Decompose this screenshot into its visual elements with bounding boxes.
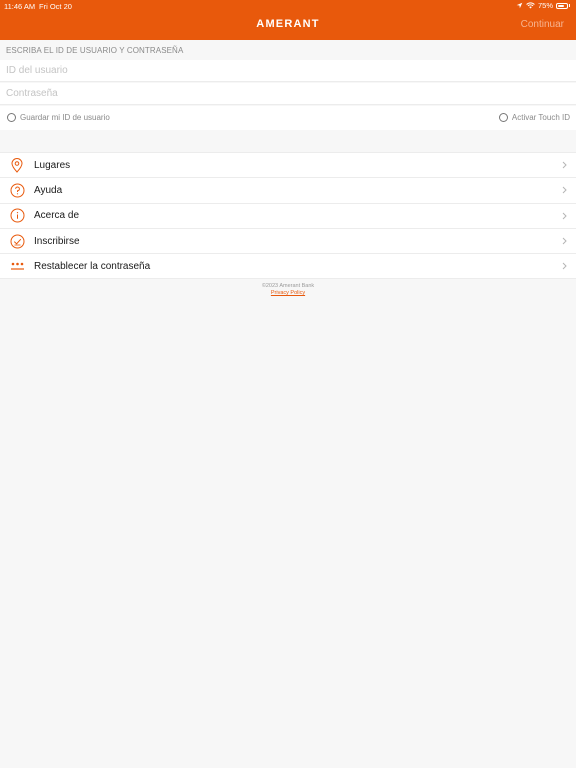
save-id-toggle[interactable]: Guardar mi ID de usuario	[7, 113, 110, 122]
password-input[interactable]	[0, 83, 576, 104]
top-bar: 11:46 AM Fri Oct 20 75% AMERANT Continua…	[0, 0, 576, 40]
menu-item-label: Ayuda	[34, 184, 63, 196]
save-id-radio[interactable]	[7, 113, 16, 122]
menu-item-label: Acerca de	[34, 210, 80, 222]
location-arrow-icon	[516, 2, 523, 9]
menu-item-lugares[interactable]: Lugares	[0, 153, 576, 179]
menu-item-ayuda[interactable]: Ayuda	[0, 178, 576, 204]
touch-id-label: Activar Touch ID	[511, 113, 570, 122]
menu-item-acerca-de[interactable]: Acerca de	[0, 204, 576, 229]
password-dots-icon	[9, 258, 25, 274]
menu-item-inscribirse[interactable]: Inscribirse	[0, 229, 576, 255]
user-id-row	[0, 60, 576, 82]
privacy-policy-link[interactable]: Privacy Policy	[271, 290, 305, 296]
menu-item-restablecer-contrasena[interactable]: Restablecer la contraseña	[0, 254, 576, 280]
status-time: 11:46 AM	[4, 2, 36, 11]
battery-percent: 75%	[537, 1, 553, 10]
touch-id-toggle[interactable]: Activar Touch ID	[498, 113, 570, 122]
footer: ©2023 Amerant Bank Privacy Policy	[0, 283, 576, 297]
chevron-right-icon	[562, 207, 567, 225]
chevron-right-icon	[562, 257, 567, 275]
battery-icon	[556, 2, 568, 9]
login-section-header: ESCRIBA EL ID DE USUARIO Y CONTRASEÑA	[6, 46, 184, 55]
question-circle-icon	[9, 182, 25, 198]
login-options-row: Guardar mi ID de usuario Activar Touch I…	[0, 106, 576, 130]
menu-list: Lugares Ayuda Acerca de Inscribirse Rest…	[0, 152, 576, 280]
location-pin-icon	[9, 157, 25, 173]
chevron-right-icon	[562, 156, 567, 174]
chevron-right-icon	[562, 232, 567, 250]
password-row	[0, 83, 576, 105]
check-circle-icon	[9, 233, 25, 249]
touch-id-radio[interactable]	[498, 113, 508, 122]
status-bar: 11:46 AM Fri Oct 20 75%	[0, 0, 576, 12]
status-date: Fri Oct 20	[39, 2, 72, 11]
save-id-label: Guardar mi ID de usuario	[20, 113, 110, 122]
status-indicators: 75%	[516, 1, 570, 10]
continue-button[interactable]: Continuar	[521, 19, 564, 30]
app-logo: AMERANT	[256, 18, 320, 30]
wifi-icon	[526, 2, 535, 9]
menu-item-label: Restablecer la contraseña	[34, 260, 151, 272]
info-circle-icon	[9, 208, 25, 224]
menu-item-label: Lugares	[34, 159, 71, 171]
user-id-input[interactable]	[0, 60, 576, 81]
chevron-right-icon	[562, 181, 567, 199]
menu-item-label: Inscribirse	[34, 235, 80, 247]
copyright-text: ©2023 Amerant Bank	[261, 283, 315, 289]
